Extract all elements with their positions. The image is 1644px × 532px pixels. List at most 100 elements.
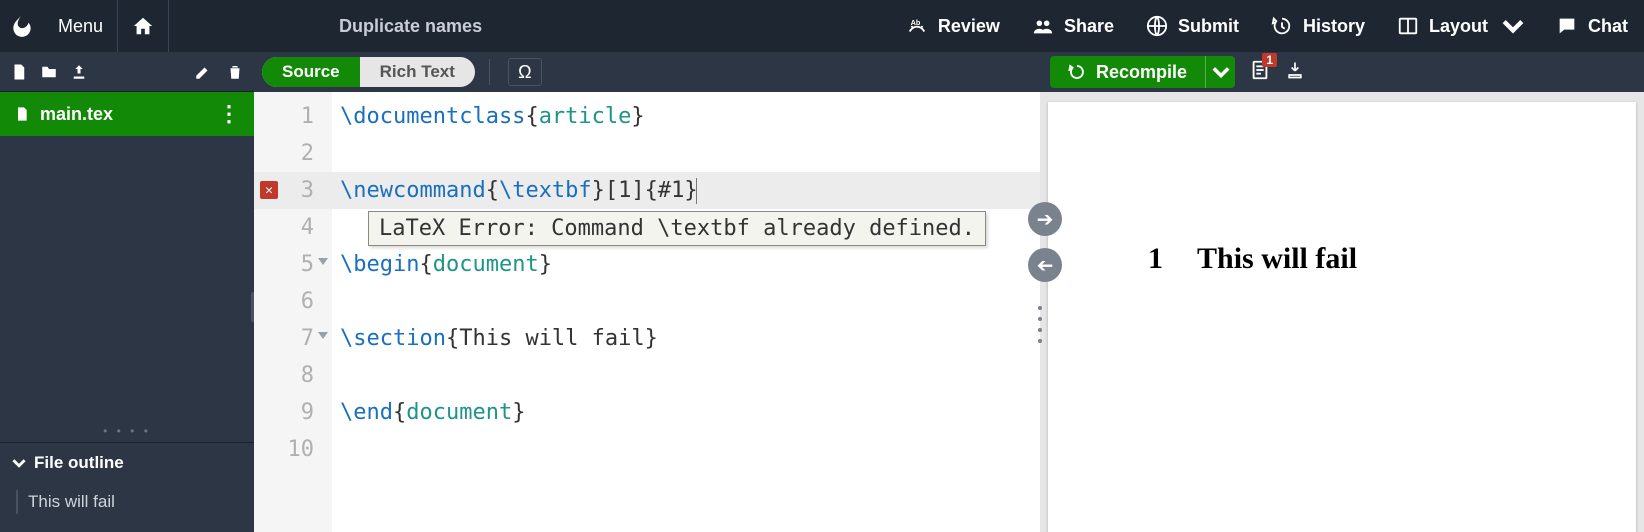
line-number: 5: [301, 252, 314, 277]
review-icon: Ab: [906, 15, 928, 37]
history-label: History: [1303, 16, 1365, 37]
code-token: [1]: [605, 178, 645, 203]
review-label: Review: [938, 16, 1000, 37]
menu-button[interactable]: Menu: [44, 0, 117, 52]
sync-pdf-to-code-button[interactable]: ➔: [1028, 248, 1062, 282]
recompile-dropdown-button[interactable]: [1205, 56, 1235, 88]
source-mode-button[interactable]: Source: [262, 57, 360, 87]
rename-icon[interactable]: [194, 63, 212, 81]
editor-mode-switch: Source Rich Text: [262, 57, 475, 87]
share-button[interactable]: Share: [1016, 0, 1130, 52]
chevron-down-icon: [1502, 15, 1524, 37]
pdf-page: 1 This will fail: [1048, 102, 1636, 532]
overleaf-logo-icon[interactable]: [0, 13, 44, 39]
share-label: Share: [1064, 16, 1114, 37]
editor-toolbar: Source Rich Text Ω: [254, 52, 1040, 92]
separator: [168, 0, 169, 52]
download-pdf-button[interactable]: [1285, 60, 1305, 85]
home-button[interactable]: [118, 0, 168, 52]
code-token: \section: [340, 326, 446, 351]
code-token: document: [406, 400, 512, 425]
error-tooltip: LaTeX Error: Command \textbf already def…: [368, 211, 986, 246]
new-folder-icon[interactable]: [40, 63, 58, 81]
code-token: document: [433, 252, 539, 277]
svg-text:Ab: Ab: [910, 18, 920, 27]
home-icon: [132, 15, 154, 37]
error-count-badge: 1: [1262, 53, 1277, 67]
line-number: 7: [301, 326, 314, 351]
recompile-group: Recompile: [1050, 56, 1235, 88]
separator: [489, 59, 490, 85]
chevron-down-icon: [12, 456, 26, 470]
chevron-down-icon: [1212, 63, 1230, 81]
file-panel-toolbar: [0, 52, 254, 92]
text-cursor: [696, 178, 697, 204]
submit-icon: [1146, 15, 1168, 37]
fold-toggle-icon[interactable]: [318, 258, 328, 265]
file-panel: main.tex ⋮ • • • • File outline This wil…: [0, 52, 254, 532]
submit-button[interactable]: Submit: [1130, 0, 1255, 52]
line-gutter: 1 2 ✕ 3 4 5 6 7 8 9 10: [254, 92, 332, 532]
new-file-icon[interactable]: [10, 63, 28, 81]
symbol-palette-button[interactable]: Ω: [508, 58, 542, 86]
chat-label: Chat: [1588, 16, 1628, 37]
file-icon: [14, 105, 30, 123]
delete-icon[interactable]: [226, 63, 244, 81]
panel-resize-handle[interactable]: • • • •: [0, 420, 254, 442]
pdf-viewport[interactable]: 1 This will fail: [1040, 92, 1644, 532]
history-icon: [1271, 15, 1293, 37]
code-token: \documentclass: [340, 104, 525, 129]
error-marker-icon[interactable]: ✕: [260, 181, 278, 199]
line-number: 2: [301, 141, 314, 166]
line-number: 4: [301, 215, 314, 240]
upload-icon[interactable]: [70, 63, 88, 81]
code-content[interactable]: \documentclass{article} \newcommand{\tex…: [332, 92, 1040, 532]
line-number: 6: [301, 289, 314, 314]
line-number: 9: [301, 400, 314, 425]
pdf-section-number: 1: [1148, 242, 1163, 276]
chat-button[interactable]: Chat: [1540, 0, 1644, 52]
line-number: 10: [288, 437, 315, 462]
code-token: #1: [658, 178, 685, 203]
editor-panel: Source Rich Text Ω 1 2 ✕ 3 4 5 6: [254, 52, 1040, 532]
share-icon: [1032, 15, 1054, 37]
fold-toggle-icon[interactable]: [318, 332, 328, 339]
review-button[interactable]: Ab Review: [890, 0, 1016, 52]
outline-item-label: This will fail: [28, 492, 115, 511]
top-bar: Menu Duplicate names Ab Review Share Sub…: [0, 0, 1644, 52]
pdf-toolbar: Recompile 1: [1040, 52, 1644, 92]
code-editor[interactable]: 1 2 ✕ 3 4 5 6 7 8 9 10: [254, 92, 1040, 532]
center-splitter[interactable]: [1035, 302, 1045, 346]
code-token: \begin: [340, 252, 419, 277]
sync-buttons: ➔ ➔: [1028, 202, 1062, 282]
file-outline-toggle[interactable]: File outline: [0, 442, 254, 482]
file-item-menu-button[interactable]: ⋮: [218, 101, 240, 127]
pdf-panel: Recompile 1 1 This will fail: [1040, 52, 1644, 532]
chat-icon: [1556, 15, 1578, 37]
layout-label: Layout: [1429, 16, 1488, 37]
code-token: This will fail: [459, 326, 644, 351]
line-number: 1: [301, 104, 314, 129]
pdf-section-heading: 1 This will fail: [1148, 242, 1556, 276]
file-name: main.tex: [40, 104, 113, 125]
file-tree-item-active[interactable]: main.tex ⋮: [0, 92, 254, 136]
line-number: 3: [301, 178, 314, 203]
code-token: \end: [340, 400, 393, 425]
project-title[interactable]: Duplicate names: [339, 16, 482, 37]
refresh-icon: [1068, 63, 1086, 81]
rich-text-mode-button[interactable]: Rich Text: [360, 57, 475, 87]
download-icon: [1285, 60, 1305, 80]
recompile-button[interactable]: Recompile: [1050, 62, 1205, 83]
layout-button[interactable]: Layout: [1381, 0, 1540, 52]
main-area: main.tex ⋮ • • • • File outline This wil…: [0, 52, 1644, 532]
layout-icon: [1397, 15, 1419, 37]
recompile-label: Recompile: [1096, 62, 1187, 83]
history-button[interactable]: History: [1255, 0, 1381, 52]
pdf-section-title: This will fail: [1197, 242, 1357, 276]
code-token: \textbf: [499, 178, 592, 203]
sync-code-to-pdf-button[interactable]: ➔: [1028, 202, 1062, 236]
outline-item[interactable]: This will fail: [0, 482, 254, 532]
logs-button[interactable]: 1: [1249, 59, 1271, 86]
submit-label: Submit: [1178, 16, 1239, 37]
outline-header-label: File outline: [34, 453, 124, 473]
